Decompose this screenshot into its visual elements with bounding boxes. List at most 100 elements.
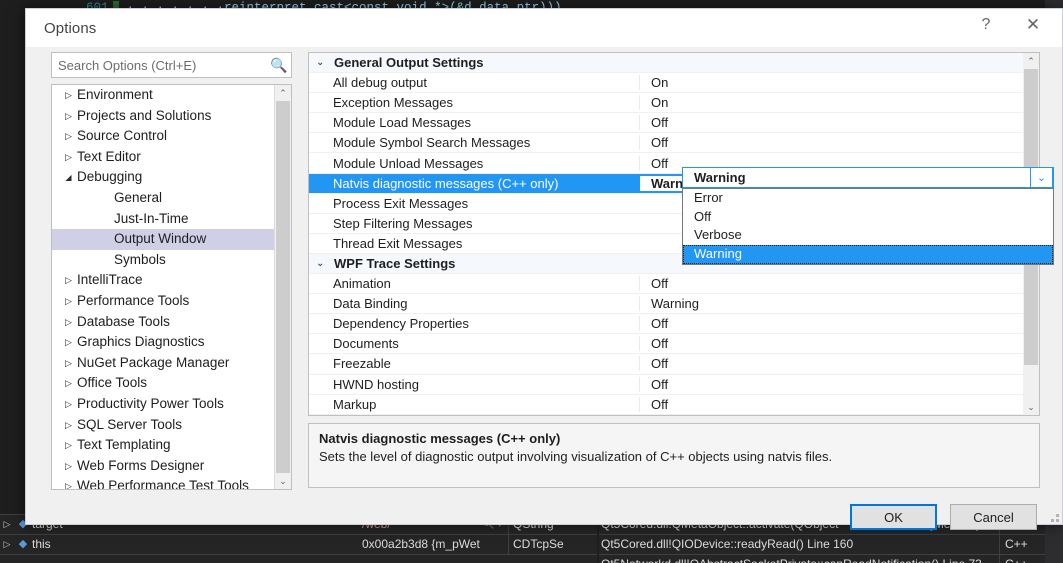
description-title: Natvis diagnostic messages (C++ only) xyxy=(319,431,561,446)
tree-item-web-forms-designer[interactable]: Web Forms Designer xyxy=(52,456,275,477)
dialog-title-bar: Options ? ✕ xyxy=(26,9,1062,47)
watch-type: CDTcpSe xyxy=(508,535,597,554)
scroll-down-icon[interactable]: ⌄ xyxy=(1023,399,1039,415)
tree-item-productivity-power-tools[interactable]: Productivity Power Tools xyxy=(52,394,275,415)
expander-collapsed-icon[interactable] xyxy=(62,394,75,415)
chevron-down-icon[interactable]: ⌄ xyxy=(316,258,334,269)
tree-item-text-editor[interactable]: Text Editor xyxy=(52,147,275,168)
expander-collapsed-icon[interactable] xyxy=(62,126,75,147)
call-stack-row[interactable]: Qt5Cored.dll!QIODevice::readyRead() Line… xyxy=(599,535,1045,555)
settings-row[interactable]: Module Load Messages Off xyxy=(309,112,1023,132)
combobox-option-verbose[interactable]: Verbose xyxy=(683,226,1053,245)
call-stack-row[interactable]: Qt5Networkd.dll!QAbstractSocketPrivate::… xyxy=(599,555,1045,563)
resize-grip[interactable] xyxy=(1047,510,1059,522)
setting-value[interactable]: On xyxy=(639,95,1023,111)
setting-value[interactable]: Off xyxy=(639,376,1023,392)
expander-collapsed-icon[interactable] xyxy=(62,85,75,106)
settings-row[interactable]: Module Symbol Search Messages Off xyxy=(309,132,1023,152)
search-box[interactable]: 🔍 xyxy=(51,52,292,78)
close-icon[interactable]: ✕ xyxy=(1010,9,1056,40)
tree-item-database-tools[interactable]: Database Tools xyxy=(52,312,275,333)
chevron-down-icon[interactable]: ⌄ xyxy=(316,57,334,68)
call-stack-language: C++ xyxy=(999,535,1045,554)
combobox-option-error[interactable]: Error xyxy=(683,189,1053,208)
tree-item-label: Office Tools xyxy=(77,375,148,391)
expander-collapsed-icon[interactable] xyxy=(62,291,75,312)
ok-button[interactable]: OK xyxy=(850,504,937,530)
settings-row[interactable]: HWND hosting Off xyxy=(309,373,1023,394)
setting-value[interactable]: On xyxy=(639,75,1023,91)
combobox-dropdown-list[interactable]: Error Off Verbose Warning xyxy=(682,188,1054,265)
tree-item-intellitrace[interactable]: IntelliTrace xyxy=(52,270,275,291)
tree-item-label: NuGet Package Manager xyxy=(77,354,230,370)
expander-collapsed-icon[interactable] xyxy=(62,312,75,333)
tree-item-office-tools[interactable]: Office Tools xyxy=(52,373,275,394)
setting-value[interactable]: Off xyxy=(639,316,1023,332)
search-icon[interactable]: 🔍 xyxy=(267,57,291,74)
section-header-name-cell: ⌄ WPF Trace Settings xyxy=(309,256,639,271)
setting-value[interactable]: Off xyxy=(639,396,1023,412)
tree-scrollbar-thumb[interactable] xyxy=(276,101,290,477)
combobox-option-off[interactable]: Off xyxy=(683,208,1053,227)
tree-item-performance-tools[interactable]: Performance Tools xyxy=(52,291,275,312)
expander-collapsed-icon[interactable] xyxy=(62,332,75,353)
expander-collapsed-icon[interactable] xyxy=(62,373,75,394)
setting-value[interactable]: Off xyxy=(639,336,1023,352)
expander-icon[interactable]: ▷ xyxy=(0,535,14,554)
settings-row[interactable]: Exception Messages On xyxy=(309,92,1023,112)
tree-item-environment[interactable]: Environment xyxy=(52,85,275,106)
tree-item-web-performance-test-tools[interactable]: Web Performance Test Tools xyxy=(52,476,275,489)
settings-row[interactable]: Markup Off xyxy=(309,393,1023,414)
expander-collapsed-icon[interactable] xyxy=(62,456,75,477)
expander-icon[interactable]: ▷ xyxy=(0,515,14,534)
settings-row[interactable]: Data Binding Warning xyxy=(309,293,1023,313)
setting-value[interactable]: Warning xyxy=(639,296,1023,312)
tree-item-source-control[interactable]: Source Control xyxy=(52,126,275,147)
settings-row[interactable]: Freezable Off xyxy=(309,353,1023,373)
tree-item-sql-server-tools[interactable]: SQL Server Tools xyxy=(52,415,275,436)
tree-item-text-templating[interactable]: Text Templating xyxy=(52,435,275,456)
setting-value[interactable]: Off xyxy=(639,135,1023,151)
expander-collapsed-icon[interactable] xyxy=(62,106,75,127)
search-input[interactable] xyxy=(52,57,267,73)
tree-item-graphics-diagnostics[interactable]: Graphics Diagnostics xyxy=(52,332,275,353)
expander-collapsed-icon[interactable] xyxy=(62,415,75,436)
magnifier-icon[interactable] xyxy=(482,535,508,554)
tree-item-debugging[interactable]: Debugging xyxy=(52,167,275,188)
tree-item-nuget-package-manager[interactable]: NuGet Package Manager xyxy=(52,353,275,374)
expander-collapsed-icon[interactable] xyxy=(62,147,75,168)
cancel-button[interactable]: Cancel xyxy=(950,504,1037,530)
expander-collapsed-icon[interactable] xyxy=(62,270,75,291)
settings-row[interactable]: Dependency Properties Off xyxy=(309,313,1023,333)
chevron-down-icon[interactable]: ⌄ xyxy=(1030,167,1053,188)
tree-item-projects-and-solutions[interactable]: Projects and Solutions xyxy=(52,106,275,127)
settings-row[interactable]: Documents Off xyxy=(309,333,1023,353)
options-dialog: Options ? ✕ 🔍 Environment Projects and So… xyxy=(25,8,1063,530)
combobox-option-warning[interactable]: Warning xyxy=(683,245,1053,264)
scroll-down-icon[interactable]: ⌄ xyxy=(275,473,291,489)
tree-item-label: Productivity Power Tools xyxy=(77,395,224,411)
watch-row[interactable]: ▷ ◆ this 0x00a2b3d8 {m_pWet CDTcpSe xyxy=(0,535,597,555)
expander-expanded-icon[interactable] xyxy=(62,167,75,189)
expander-collapsed-icon[interactable] xyxy=(62,476,75,489)
natvis-level-combobox[interactable]: Warning ⌄ xyxy=(682,167,1054,188)
options-category-tree[interactable]: Environment Projects and Solutions Source … xyxy=(51,84,292,490)
settings-section-header[interactable]: ⌄ General Output Settings xyxy=(309,53,1023,73)
settings-row[interactable]: Animation Off xyxy=(309,273,1023,293)
scroll-up-icon[interactable]: ⌃ xyxy=(275,85,291,101)
tree-item-general[interactable]: General xyxy=(52,188,275,209)
setting-value[interactable]: Off xyxy=(639,276,1023,292)
tree-item-output-window[interactable]: Output Window xyxy=(52,229,275,250)
tree-item-list: Environment Projects and Solutions Source … xyxy=(52,85,275,489)
scroll-up-icon[interactable]: ⌃ xyxy=(1023,53,1039,69)
help-icon[interactable]: ? xyxy=(963,9,1009,40)
expander-collapsed-icon[interactable] xyxy=(62,435,75,456)
setting-value[interactable]: Off xyxy=(639,356,1023,372)
tree-item-symbols[interactable]: Symbols xyxy=(52,250,275,271)
settings-row[interactable]: All debug output On xyxy=(309,72,1023,92)
setting-value[interactable]: Off xyxy=(639,115,1023,131)
settings-row[interactable]: Name ScopeOff xyxy=(309,413,1023,415)
tree-scrollbar[interactable]: ⌃ ⌄ xyxy=(274,85,291,489)
tree-item-just-in-time[interactable]: Just-In-Time xyxy=(52,209,275,230)
expander-collapsed-icon[interactable] xyxy=(62,353,75,374)
